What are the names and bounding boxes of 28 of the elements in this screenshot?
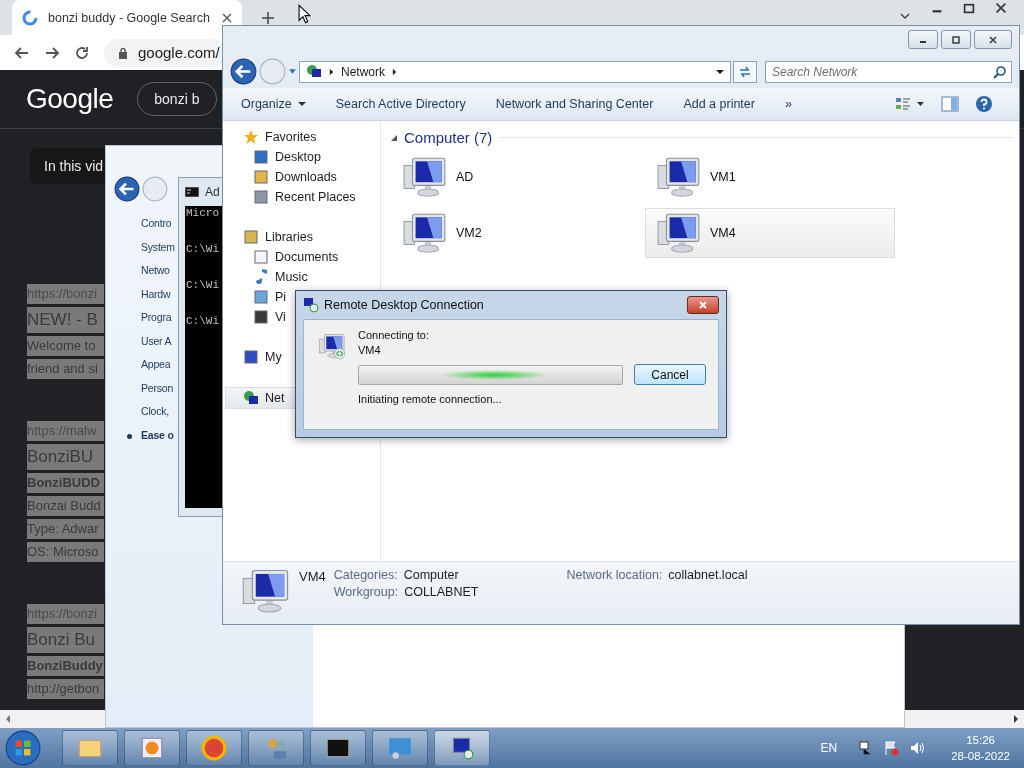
result-snippet: OS: Microso [27,542,104,562]
google-logo: Google [26,83,114,115]
field-value: COLLABNET [404,585,479,599]
dialog-title: Remote Desktop Connection [324,298,484,312]
target-name: VM4 [358,343,382,358]
console-line: C:\Wi [186,243,219,255]
field-label: Categories: [333,568,398,582]
item-name: VM4 [299,569,326,584]
panel-heading: In this vid [44,158,104,174]
window-title: Ad [205,185,220,199]
tab-title: bonzi buddy - Google Search [48,10,211,25]
console-line: C:\Wi [186,279,219,291]
field-label: Workgroup: [333,585,399,599]
dialog-label: Connecting to: [358,328,430,343]
result-snippet: friend and si [27,359,104,379]
field-value: Computer [403,568,459,582]
field-value: collabnet.local [668,568,748,582]
status-text: Initiating remote connection... [358,392,503,407]
console-line: C:\Wi [186,315,219,327]
group-heading: Computer (7) [404,129,493,146]
console-line: Micro [186,207,219,219]
result-snippet: BonziBUDD [27,473,104,493]
result-snippet: http://getbon [27,679,104,699]
field-label: Network location: [566,568,663,582]
result-snippet: BonziBuddy [27,656,104,676]
result-snippet: Type: Adwar [27,519,104,539]
result-snippet: Bonzai Budd [27,496,104,516]
result-snippet: Welcome to [27,336,104,356]
